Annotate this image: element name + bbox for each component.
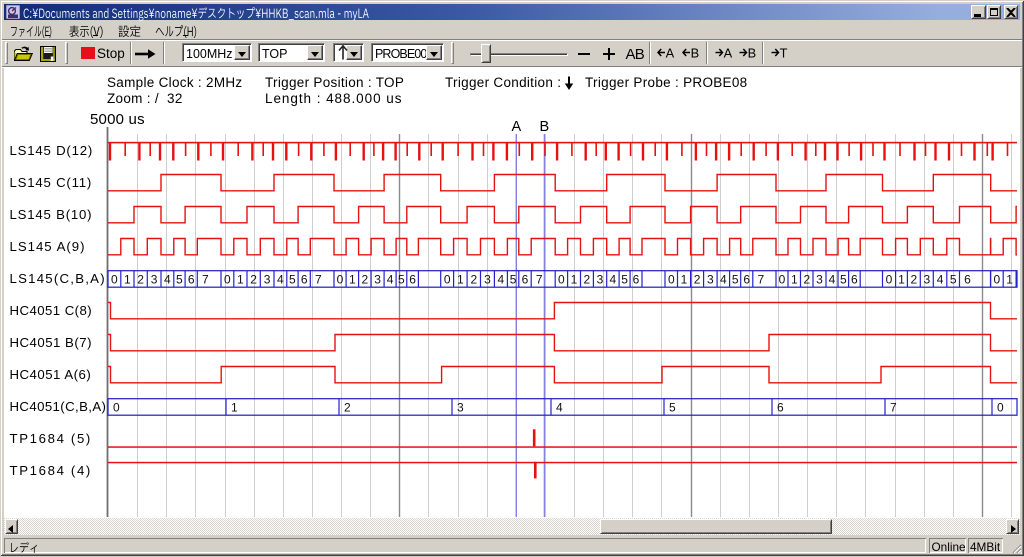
svg-text:6: 6 — [964, 273, 971, 287]
svg-text:3: 3 — [816, 273, 823, 287]
svg-text:0: 0 — [224, 273, 231, 287]
svg-text:0: 0 — [558, 273, 565, 287]
svg-text:1: 1 — [1006, 273, 1013, 287]
svg-text:3: 3 — [484, 273, 491, 287]
svg-text:1: 1 — [124, 273, 131, 287]
svg-text:0: 0 — [997, 401, 1004, 415]
svg-text:5: 5 — [732, 273, 739, 287]
svg-text:1: 1 — [237, 273, 244, 287]
svg-text:3: 3 — [923, 273, 930, 287]
svg-text:4: 4 — [720, 273, 727, 287]
svg-text:0: 0 — [994, 273, 1001, 287]
svg-text:3: 3 — [151, 273, 158, 287]
svg-text:6: 6 — [409, 273, 416, 287]
svg-text:6: 6 — [522, 273, 529, 287]
svg-text:1: 1 — [791, 273, 798, 287]
svg-text:3: 3 — [374, 273, 381, 287]
svg-text:7: 7 — [536, 273, 543, 287]
svg-text:7: 7 — [757, 273, 764, 287]
svg-text:6: 6 — [633, 273, 640, 287]
svg-text:0: 0 — [113, 401, 120, 415]
svg-text:0: 0 — [886, 273, 893, 287]
svg-text:5: 5 — [669, 401, 676, 415]
svg-text:7: 7 — [202, 273, 209, 287]
svg-text:2: 2 — [803, 273, 810, 287]
svg-text:4: 4 — [387, 273, 394, 287]
svg-text:2: 2 — [910, 273, 917, 287]
svg-text:2: 2 — [694, 273, 701, 287]
svg-text:3: 3 — [707, 273, 714, 287]
svg-text:3: 3 — [597, 273, 604, 287]
svg-text:5: 5 — [621, 273, 628, 287]
svg-text:5: 5 — [510, 273, 517, 287]
svg-text:6: 6 — [851, 273, 858, 287]
svg-text:4: 4 — [937, 273, 944, 287]
svg-text:6: 6 — [777, 401, 784, 415]
svg-text:5: 5 — [840, 273, 847, 287]
svg-text:2: 2 — [584, 273, 591, 287]
svg-text:1: 1 — [231, 401, 238, 415]
svg-text:3: 3 — [264, 273, 271, 287]
svg-text:0: 0 — [668, 273, 675, 287]
svg-text:2: 2 — [470, 273, 477, 287]
svg-text:5: 5 — [176, 273, 183, 287]
svg-text:3: 3 — [457, 401, 464, 415]
svg-text:2: 2 — [361, 273, 368, 287]
svg-text:4: 4 — [498, 273, 505, 287]
svg-text:2: 2 — [250, 273, 257, 287]
svg-text:4: 4 — [164, 273, 171, 287]
svg-text:4: 4 — [277, 273, 284, 287]
svg-text:2: 2 — [344, 401, 351, 415]
svg-text:2: 2 — [137, 273, 144, 287]
svg-text:7: 7 — [315, 273, 322, 287]
svg-text:4: 4 — [829, 273, 836, 287]
svg-text:1: 1 — [349, 273, 356, 287]
svg-text:5: 5 — [950, 273, 957, 287]
svg-text:1: 1 — [898, 273, 905, 287]
svg-text:5: 5 — [398, 273, 405, 287]
svg-text:6: 6 — [301, 273, 308, 287]
svg-text:6: 6 — [188, 273, 195, 287]
svg-text:7: 7 — [890, 401, 897, 415]
svg-text:0: 0 — [337, 273, 344, 287]
svg-text:4: 4 — [556, 401, 563, 415]
svg-text:1: 1 — [457, 273, 464, 287]
svg-text:6: 6 — [743, 273, 750, 287]
svg-text:5: 5 — [289, 273, 296, 287]
svg-text:1: 1 — [571, 273, 578, 287]
svg-text:0: 0 — [444, 273, 451, 287]
svg-text:1: 1 — [681, 273, 688, 287]
svg-text:4: 4 — [610, 273, 617, 287]
svg-text:0: 0 — [779, 273, 786, 287]
svg-text:0: 0 — [111, 273, 118, 287]
